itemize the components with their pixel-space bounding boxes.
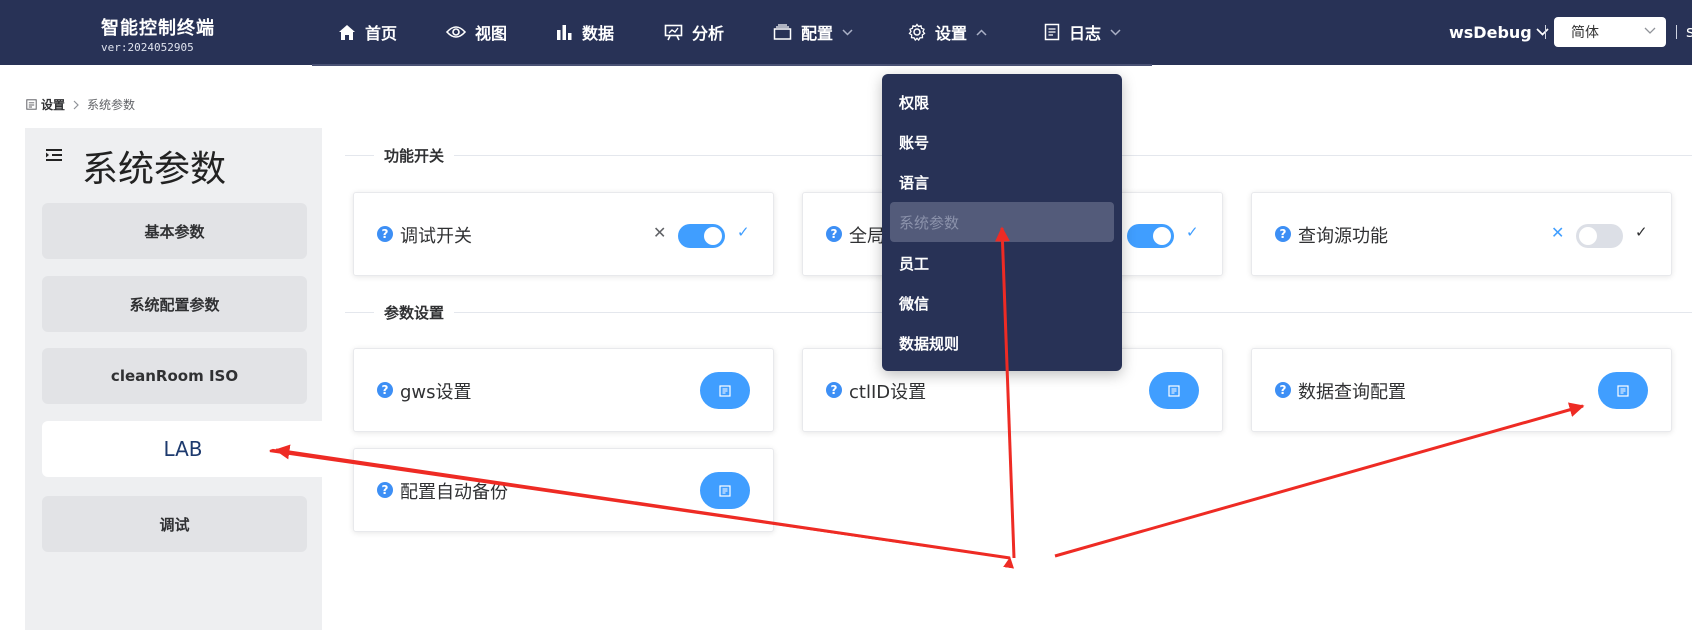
nav-item-home[interactable]: 首页 [338,0,397,64]
user-name: wsDebug [1449,22,1532,42]
card-title: 配置自动备份 [400,482,508,503]
nav-underline [312,64,1152,66]
close-icon: ✕ [1551,223,1565,242]
chevron-down-icon [1110,28,1121,36]
debug-switch[interactable] [678,224,725,248]
section-title: 功能开关 [374,145,455,166]
nav-item-label: 设置 [935,24,968,43]
sidebar-item-debug[interactable]: 调试 [42,496,307,552]
sidebar-item-cleanroom-iso[interactable]: cleanRoom ISO [42,348,307,404]
topbar-extra[interactable]: s [1686,22,1692,41]
check-icon: ✓ [1186,223,1199,241]
nav-item-label: 分析 [692,24,725,43]
close-icon: ✕ [653,223,667,242]
nav-item-view[interactable]: 视图 [446,0,507,64]
bar-chart-icon [557,25,572,40]
feature-card-query-source: ? 查询源功能 ✕ ✓ [1251,192,1672,276]
card-title: ctlID设置 [849,382,927,403]
nav-item-config[interactable]: 配置 [773,0,853,64]
edit-document-icon [1617,384,1629,397]
section-title: 参数设置 [374,302,455,323]
chevron-down-icon [1644,27,1656,34]
menu-item-wechat[interactable]: 微信 [890,283,1114,323]
eye-icon [446,26,466,38]
presentation-icon [664,24,683,40]
query-source-switch[interactable] [1576,224,1623,248]
brand: 智能控制终端 ver:2024052905 [101,14,215,54]
chevron-right-icon [73,100,79,109]
nav-item-analysis[interactable]: 分析 [664,0,724,64]
data-query-settings-button[interactable] [1598,372,1648,409]
menu-item-staff[interactable]: 员工 [890,243,1114,283]
nav-item-label: 日志 [1069,24,1102,43]
help-icon[interactable]: ? [377,226,393,242]
menu-item-language[interactable]: 语言 [890,162,1114,202]
nav-item-label: 首页 [365,24,398,43]
help-icon[interactable]: ? [1275,226,1291,242]
breadcrumb: 设置 系统参数 [26,96,135,113]
divider [1545,25,1546,39]
edit-document-icon [1168,384,1180,397]
help-icon[interactable]: ? [826,382,842,398]
nav-item-label: 数据 [582,24,615,43]
user-menu[interactable]: wsDebug [1449,0,1549,64]
menu-item-accounts[interactable]: 账号 [890,122,1114,162]
breadcrumb-current: 系统参数 [87,98,136,112]
app-title: 智能控制终端 [101,18,215,39]
help-icon[interactable]: ? [1275,382,1291,398]
sidebar: 系统参数 基本参数 系统配置参数 cleanRoom ISO LAB 调试 [25,128,324,630]
app-version: ver:2024052905 [101,41,194,54]
help-icon[interactable]: ? [377,482,393,498]
gear-icon [908,23,926,41]
help-icon[interactable]: ? [826,226,842,242]
nav-item-data[interactable]: 数据 [556,0,614,64]
chevron-up-icon [976,28,987,36]
divider [1676,25,1677,39]
layers-icon [773,24,792,40]
card-title: 数据查询配置 [1298,382,1406,403]
menu-item-permissions[interactable]: 权限 [890,82,1114,122]
breadcrumb-root[interactable]: 设置 [41,96,65,113]
card-title: 全局 [849,226,885,247]
top-navbar: 智能控制终端 ver:2024052905 首页 视图 数据 分析 配置 设置 [0,0,1692,66]
card-title: 调试开关 [400,226,472,247]
param-card-auto-backup: ? 配置自动备份 [353,448,774,532]
check-icon: ✓ [737,223,750,241]
auto-backup-settings-button[interactable] [700,472,750,509]
sidebar-item-basic-params[interactable]: 基本参数 [42,203,307,259]
nav-item-label: 视图 [475,24,508,43]
sidebar-item-system-config[interactable]: 系统配置参数 [42,276,307,332]
feature-card-debug: ? 调试开关 ✕ ✓ [353,192,774,276]
language-value: 简体 [1571,25,1599,41]
home-icon [339,24,355,40]
edit-document-icon [719,384,731,397]
document-icon [26,99,37,110]
card-title: 查询源功能 [1298,226,1388,247]
chevron-down-icon [1536,28,1549,36]
nav-item-label: 配置 [801,24,834,43]
document-icon [1044,23,1060,41]
help-icon[interactable]: ? [377,382,393,398]
card-title: gws设置 [400,382,472,403]
check-icon: ✓ [1635,223,1648,241]
ctlid-settings-button[interactable] [1149,372,1199,409]
nav-item-logs[interactable]: 日志 [1044,0,1121,64]
menu-collapse-icon[interactable] [45,148,63,162]
param-card-gws: ? gws设置 [353,348,774,432]
chevron-down-icon [842,28,853,36]
menu-item-data-rules[interactable]: 数据规则 [890,323,1114,363]
settings-dropdown-menu: 权限 账号 语言 系统参数 员工 微信 数据规则 [882,74,1122,371]
param-card-data-query: ? 数据查询配置 [1251,348,1672,432]
global-switch[interactable] [1127,224,1174,248]
sidebar-title: 系统参数 [82,149,227,190]
sidebar-item-lab[interactable]: LAB [42,421,324,477]
gws-settings-button[interactable] [700,372,750,409]
edit-document-icon [719,484,731,497]
nav-item-settings[interactable]: 设置 [908,0,987,64]
language-select[interactable]: 简体 [1554,17,1666,47]
menu-item-system-params[interactable]: 系统参数 [890,202,1114,242]
